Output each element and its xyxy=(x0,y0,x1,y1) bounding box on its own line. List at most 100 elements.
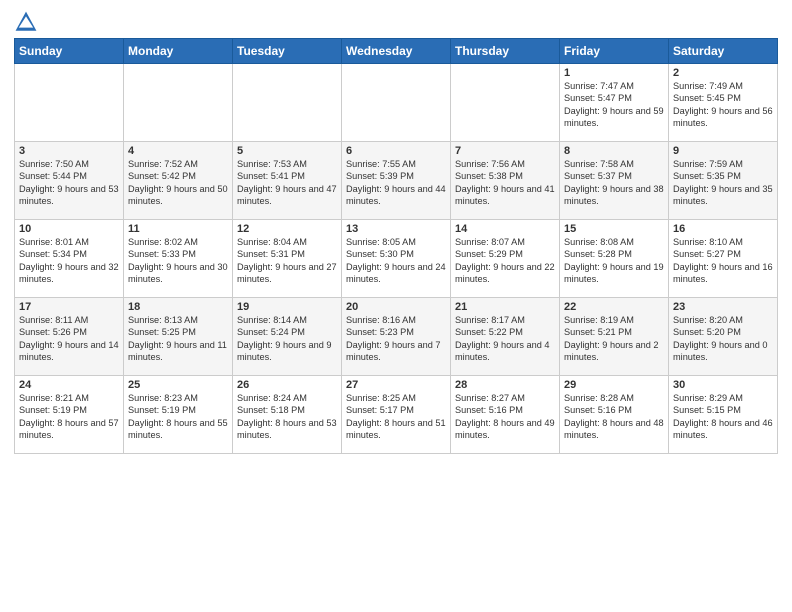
calendar-cell xyxy=(124,64,233,142)
calendar-cell: 6Sunrise: 7:55 AM Sunset: 5:39 PM Daylig… xyxy=(342,142,451,220)
day-info: Sunrise: 8:29 AM Sunset: 5:15 PM Dayligh… xyxy=(673,392,773,442)
calendar-cell: 27Sunrise: 8:25 AM Sunset: 5:17 PM Dayli… xyxy=(342,376,451,454)
logo-icon xyxy=(14,10,38,34)
day-number: 6 xyxy=(346,145,446,157)
weekday-header: Tuesday xyxy=(233,39,342,64)
day-info: Sunrise: 8:23 AM Sunset: 5:19 PM Dayligh… xyxy=(128,392,228,442)
day-number: 18 xyxy=(128,301,228,313)
calendar-cell: 8Sunrise: 7:58 AM Sunset: 5:37 PM Daylig… xyxy=(560,142,669,220)
day-number: 4 xyxy=(128,145,228,157)
day-info: Sunrise: 7:56 AM Sunset: 5:38 PM Dayligh… xyxy=(455,158,555,208)
day-info: Sunrise: 8:08 AM Sunset: 5:28 PM Dayligh… xyxy=(564,236,664,286)
day-number: 12 xyxy=(237,223,337,235)
day-number: 25 xyxy=(128,379,228,391)
weekday-header: Friday xyxy=(560,39,669,64)
day-number: 30 xyxy=(673,379,773,391)
day-number: 22 xyxy=(564,301,664,313)
calendar-cell: 7Sunrise: 7:56 AM Sunset: 5:38 PM Daylig… xyxy=(451,142,560,220)
day-info: Sunrise: 8:17 AM Sunset: 5:22 PM Dayligh… xyxy=(455,314,555,364)
logo xyxy=(14,10,42,34)
day-number: 23 xyxy=(673,301,773,313)
calendar-cell: 1Sunrise: 7:47 AM Sunset: 5:47 PM Daylig… xyxy=(560,64,669,142)
day-number: 1 xyxy=(564,67,664,79)
day-info: Sunrise: 8:20 AM Sunset: 5:20 PM Dayligh… xyxy=(673,314,773,364)
day-info: Sunrise: 8:13 AM Sunset: 5:25 PM Dayligh… xyxy=(128,314,228,364)
day-number: 16 xyxy=(673,223,773,235)
day-info: Sunrise: 7:49 AM Sunset: 5:45 PM Dayligh… xyxy=(673,80,773,130)
calendar-cell: 14Sunrise: 8:07 AM Sunset: 5:29 PM Dayli… xyxy=(451,220,560,298)
day-number: 28 xyxy=(455,379,555,391)
day-number: 10 xyxy=(19,223,119,235)
day-info: Sunrise: 8:05 AM Sunset: 5:30 PM Dayligh… xyxy=(346,236,446,286)
day-info: Sunrise: 7:47 AM Sunset: 5:47 PM Dayligh… xyxy=(564,80,664,130)
day-info: Sunrise: 8:28 AM Sunset: 5:16 PM Dayligh… xyxy=(564,392,664,442)
day-number: 17 xyxy=(19,301,119,313)
calendar-cell: 2Sunrise: 7:49 AM Sunset: 5:45 PM Daylig… xyxy=(669,64,778,142)
day-info: Sunrise: 7:58 AM Sunset: 5:37 PM Dayligh… xyxy=(564,158,664,208)
calendar-cell: 13Sunrise: 8:05 AM Sunset: 5:30 PM Dayli… xyxy=(342,220,451,298)
calendar-cell xyxy=(233,64,342,142)
day-number: 11 xyxy=(128,223,228,235)
day-info: Sunrise: 8:10 AM Sunset: 5:27 PM Dayligh… xyxy=(673,236,773,286)
day-number: 14 xyxy=(455,223,555,235)
calendar-week-row: 3Sunrise: 7:50 AM Sunset: 5:44 PM Daylig… xyxy=(15,142,778,220)
day-info: Sunrise: 7:52 AM Sunset: 5:42 PM Dayligh… xyxy=(128,158,228,208)
day-number: 2 xyxy=(673,67,773,79)
day-info: Sunrise: 8:19 AM Sunset: 5:21 PM Dayligh… xyxy=(564,314,664,364)
weekday-header: Monday xyxy=(124,39,233,64)
day-info: Sunrise: 8:24 AM Sunset: 5:18 PM Dayligh… xyxy=(237,392,337,442)
calendar-cell: 9Sunrise: 7:59 AM Sunset: 5:35 PM Daylig… xyxy=(669,142,778,220)
day-number: 7 xyxy=(455,145,555,157)
calendar-cell: 10Sunrise: 8:01 AM Sunset: 5:34 PM Dayli… xyxy=(15,220,124,298)
day-info: Sunrise: 8:16 AM Sunset: 5:23 PM Dayligh… xyxy=(346,314,446,364)
weekday-header: Saturday xyxy=(669,39,778,64)
weekday-header: Sunday xyxy=(15,39,124,64)
day-info: Sunrise: 7:53 AM Sunset: 5:41 PM Dayligh… xyxy=(237,158,337,208)
calendar-cell: 24Sunrise: 8:21 AM Sunset: 5:19 PM Dayli… xyxy=(15,376,124,454)
calendar-cell: 20Sunrise: 8:16 AM Sunset: 5:23 PM Dayli… xyxy=(342,298,451,376)
calendar-header-row: SundayMondayTuesdayWednesdayThursdayFrid… xyxy=(15,39,778,64)
calendar-cell: 12Sunrise: 8:04 AM Sunset: 5:31 PM Dayli… xyxy=(233,220,342,298)
calendar-cell: 19Sunrise: 8:14 AM Sunset: 5:24 PM Dayli… xyxy=(233,298,342,376)
calendar-week-row: 10Sunrise: 8:01 AM Sunset: 5:34 PM Dayli… xyxy=(15,220,778,298)
day-number: 29 xyxy=(564,379,664,391)
page-container: SundayMondayTuesdayWednesdayThursdayFrid… xyxy=(0,0,792,464)
weekday-header: Wednesday xyxy=(342,39,451,64)
day-info: Sunrise: 7:55 AM Sunset: 5:39 PM Dayligh… xyxy=(346,158,446,208)
calendar-cell: 21Sunrise: 8:17 AM Sunset: 5:22 PM Dayli… xyxy=(451,298,560,376)
day-info: Sunrise: 8:01 AM Sunset: 5:34 PM Dayligh… xyxy=(19,236,119,286)
day-number: 24 xyxy=(19,379,119,391)
day-info: Sunrise: 8:04 AM Sunset: 5:31 PM Dayligh… xyxy=(237,236,337,286)
day-number: 20 xyxy=(346,301,446,313)
day-number: 19 xyxy=(237,301,337,313)
calendar-week-row: 17Sunrise: 8:11 AM Sunset: 5:26 PM Dayli… xyxy=(15,298,778,376)
calendar-cell xyxy=(451,64,560,142)
calendar-table: SundayMondayTuesdayWednesdayThursdayFrid… xyxy=(14,38,778,454)
calendar-cell: 30Sunrise: 8:29 AM Sunset: 5:15 PM Dayli… xyxy=(669,376,778,454)
calendar-cell xyxy=(15,64,124,142)
day-number: 3 xyxy=(19,145,119,157)
calendar-cell: 28Sunrise: 8:27 AM Sunset: 5:16 PM Dayli… xyxy=(451,376,560,454)
day-info: Sunrise: 8:27 AM Sunset: 5:16 PM Dayligh… xyxy=(455,392,555,442)
calendar-cell: 11Sunrise: 8:02 AM Sunset: 5:33 PM Dayli… xyxy=(124,220,233,298)
day-number: 9 xyxy=(673,145,773,157)
calendar-cell: 22Sunrise: 8:19 AM Sunset: 5:21 PM Dayli… xyxy=(560,298,669,376)
weekday-header: Thursday xyxy=(451,39,560,64)
calendar-cell xyxy=(342,64,451,142)
calendar-week-row: 1Sunrise: 7:47 AM Sunset: 5:47 PM Daylig… xyxy=(15,64,778,142)
day-number: 27 xyxy=(346,379,446,391)
day-info: Sunrise: 8:11 AM Sunset: 5:26 PM Dayligh… xyxy=(19,314,119,364)
day-number: 5 xyxy=(237,145,337,157)
day-number: 8 xyxy=(564,145,664,157)
calendar-cell: 26Sunrise: 8:24 AM Sunset: 5:18 PM Dayli… xyxy=(233,376,342,454)
header xyxy=(14,10,778,34)
day-info: Sunrise: 8:14 AM Sunset: 5:24 PM Dayligh… xyxy=(237,314,337,364)
day-number: 21 xyxy=(455,301,555,313)
day-number: 13 xyxy=(346,223,446,235)
calendar-cell: 17Sunrise: 8:11 AM Sunset: 5:26 PM Dayli… xyxy=(15,298,124,376)
calendar-cell: 16Sunrise: 8:10 AM Sunset: 5:27 PM Dayli… xyxy=(669,220,778,298)
calendar-cell: 29Sunrise: 8:28 AM Sunset: 5:16 PM Dayli… xyxy=(560,376,669,454)
calendar-cell: 25Sunrise: 8:23 AM Sunset: 5:19 PM Dayli… xyxy=(124,376,233,454)
calendar-cell: 5Sunrise: 7:53 AM Sunset: 5:41 PM Daylig… xyxy=(233,142,342,220)
day-info: Sunrise: 7:50 AM Sunset: 5:44 PM Dayligh… xyxy=(19,158,119,208)
